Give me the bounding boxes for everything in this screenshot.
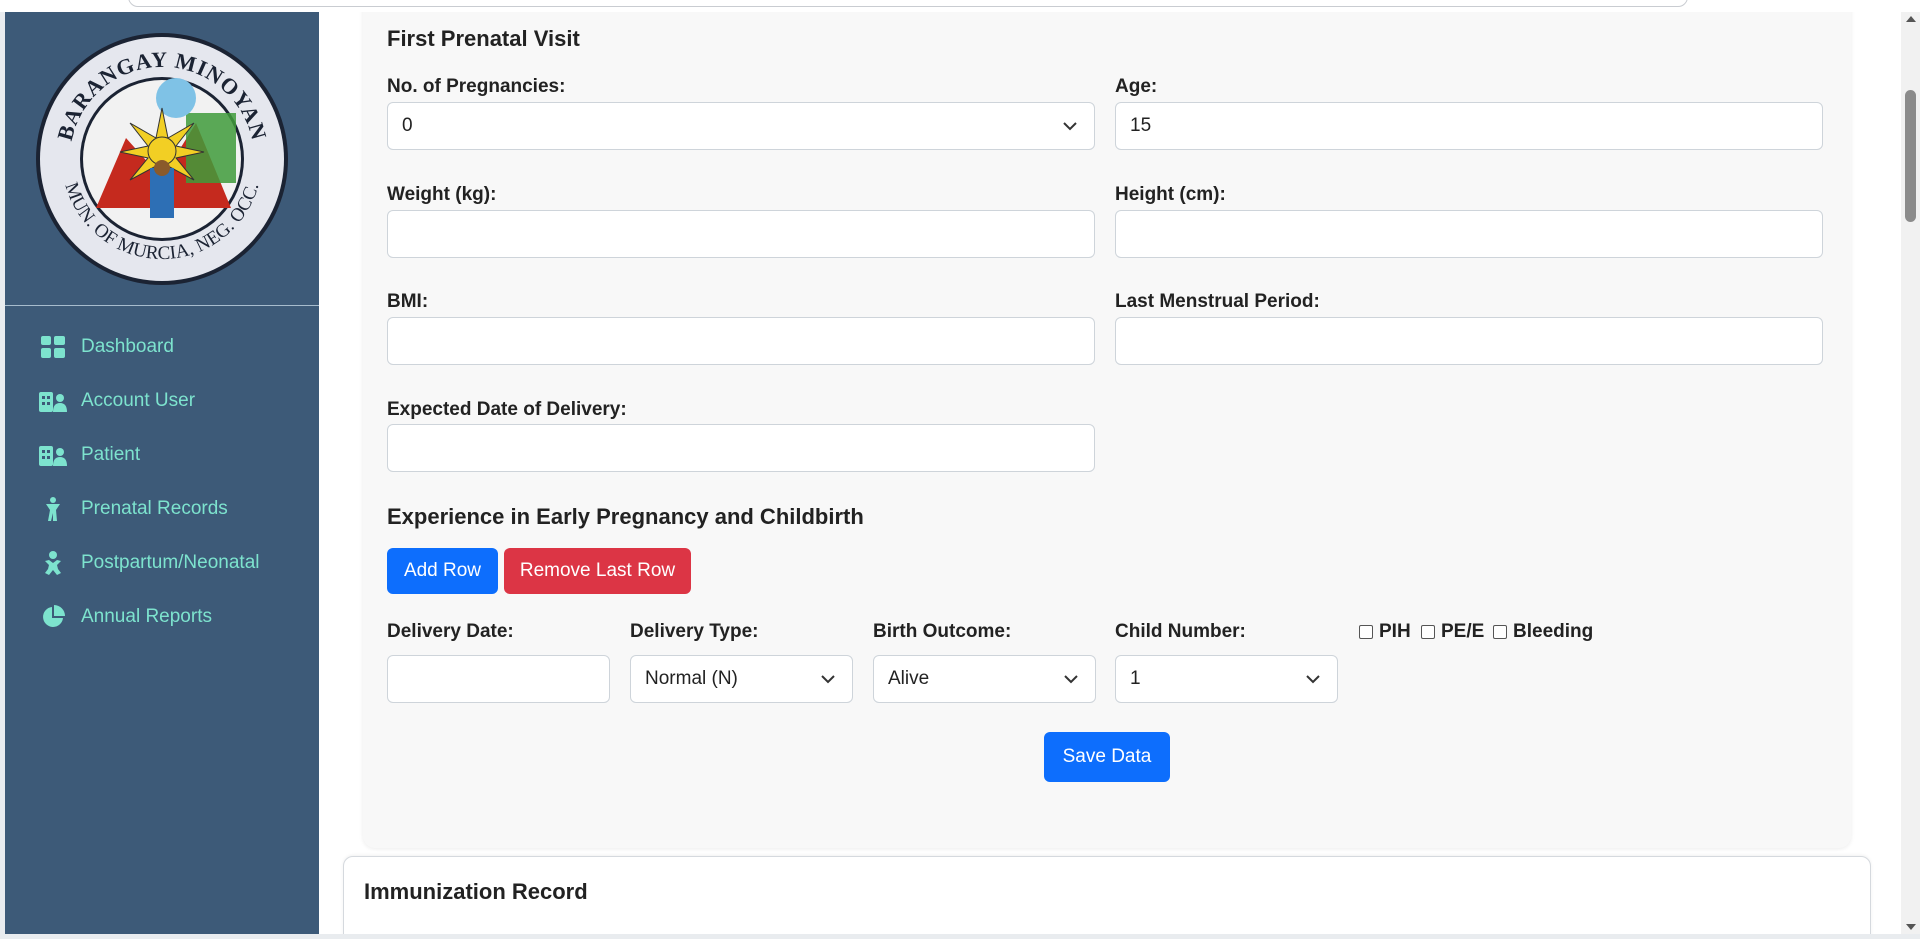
chevron-down-icon — [821, 675, 835, 684]
weight-label: Weight (kg): — [387, 184, 497, 205]
child-number-value: 1 — [1130, 668, 1141, 689]
pregnancies-value: 0 — [402, 115, 413, 136]
pe-e-label: PE/E — [1441, 621, 1485, 642]
birth-outcome-label: Birth Outcome: — [873, 621, 1012, 642]
delivery-type-select[interactable]: Normal (N) — [630, 655, 853, 703]
browser-top-strip — [0, 0, 1920, 12]
checkbox-box[interactable] — [1359, 625, 1373, 639]
checkbox-box[interactable] — [1421, 625, 1435, 639]
delivery-type-value: Normal (N) — [645, 668, 738, 689]
remove-last-row-button[interactable]: Remove Last Row — [504, 548, 691, 594]
logo-container: BARANGAY MINOYAN MUN. OF MURCIA, NEG. OC… — [5, 12, 319, 306]
sidebar-item-label: Account User — [81, 390, 196, 411]
bleeding-label: Bleeding — [1513, 621, 1594, 642]
barangay-seal-logo: BARANGAY MINOYAN MUN. OF MURCIA, NEG. OC… — [36, 32, 288, 285]
sidebar-item-label: Annual Reports — [81, 606, 212, 627]
sidebar-item-patient[interactable]: Patient — [5, 428, 319, 482]
section-title-immunization: Immunization Record — [364, 879, 588, 904]
height-input[interactable] — [1115, 210, 1823, 258]
section-title-first-prenatal-visit: First Prenatal Visit — [387, 26, 580, 51]
sidebar: BARANGAY MINOYAN MUN. OF MURCIA, NEG. OC… — [5, 12, 319, 934]
chevron-down-icon — [1306, 675, 1320, 684]
pregnancies-label: No. of Pregnancies: — [387, 76, 566, 97]
scroll-down-arrow-icon[interactable] — [1906, 924, 1916, 930]
sidebar-item-label: Dashboard — [81, 336, 174, 357]
patient-icon — [39, 443, 67, 467]
section-title-experience: Experience in Early Pregnancy and Childb… — [387, 504, 864, 529]
browser-address-bar[interactable] — [128, 0, 1688, 7]
sidebar-item-label: Prenatal Records — [81, 498, 228, 519]
weight-input[interactable] — [387, 210, 1095, 258]
pih-label: PIH — [1379, 621, 1411, 642]
save-data-button[interactable]: Save Data — [1044, 732, 1170, 782]
delivery-type-label: Delivery Type: — [630, 621, 759, 642]
sidebar-nav: Dashboard Account User Patient Prenatal … — [5, 306, 319, 644]
bmi-input[interactable] — [387, 317, 1095, 365]
sidebar-item-label: Patient — [81, 444, 141, 465]
main-content: First Prenatal Visit No. of Pregnancies:… — [319, 12, 1901, 934]
pe-e-checkbox[interactable]: PE/E — [1421, 621, 1484, 643]
pie-chart-icon — [39, 605, 67, 629]
age-value: 15 — [1130, 115, 1152, 136]
edd-label: Expected Date of Delivery: — [387, 399, 627, 420]
birth-outcome-value: Alive — [888, 668, 930, 689]
baby-icon — [39, 551, 67, 575]
pih-checkbox[interactable]: PIH — [1359, 621, 1411, 643]
age-label: Age: — [1115, 76, 1158, 97]
prenatal-icon — [39, 497, 67, 521]
sidebar-item-prenatal-records[interactable]: Prenatal Records — [5, 482, 319, 536]
child-number-label: Child Number: — [1115, 621, 1246, 642]
sidebar-item-dashboard[interactable]: Dashboard — [5, 320, 319, 374]
scrollbar-thumb[interactable] — [1905, 90, 1916, 222]
add-row-button[interactable]: Add Row — [387, 548, 498, 594]
edd-input[interactable] — [387, 424, 1095, 472]
chevron-down-icon — [1063, 122, 1077, 131]
page-scrollbar[interactable] — [1901, 12, 1920, 934]
users-icon — [39, 389, 67, 413]
birth-outcome-select[interactable]: Alive — [873, 655, 1096, 703]
sidebar-item-annual-reports[interactable]: Annual Reports — [5, 590, 319, 644]
bmi-label: BMI: — [387, 291, 429, 312]
delivery-date-label: Delivery Date: — [387, 621, 514, 642]
chevron-down-icon — [1064, 675, 1078, 684]
immunization-record-card: Immunization Record — [343, 856, 1871, 934]
age-input[interactable]: 15 — [1115, 102, 1823, 150]
height-label: Height (cm): — [1115, 184, 1226, 205]
lmp-input[interactable] — [1115, 317, 1823, 365]
checkbox-box[interactable] — [1493, 625, 1507, 639]
scroll-up-arrow-icon[interactable] — [1906, 16, 1916, 22]
sidebar-item-postpartum-neonatal[interactable]: Postpartum/Neonatal — [5, 536, 319, 590]
delivery-date-input[interactable] — [387, 655, 610, 703]
sidebar-item-label: Postpartum/Neonatal — [81, 552, 260, 573]
child-number-select[interactable]: 1 — [1115, 655, 1338, 703]
sidebar-item-account-user[interactable]: Account User — [5, 374, 319, 428]
bleeding-checkbox[interactable]: Bleeding — [1493, 621, 1593, 643]
pregnancies-select[interactable]: 0 — [387, 102, 1095, 150]
prenatal-form-card: First Prenatal Visit No. of Pregnancies:… — [363, 12, 1851, 848]
lmp-label: Last Menstrual Period: — [1115, 291, 1320, 312]
dashboard-icon — [39, 335, 67, 359]
